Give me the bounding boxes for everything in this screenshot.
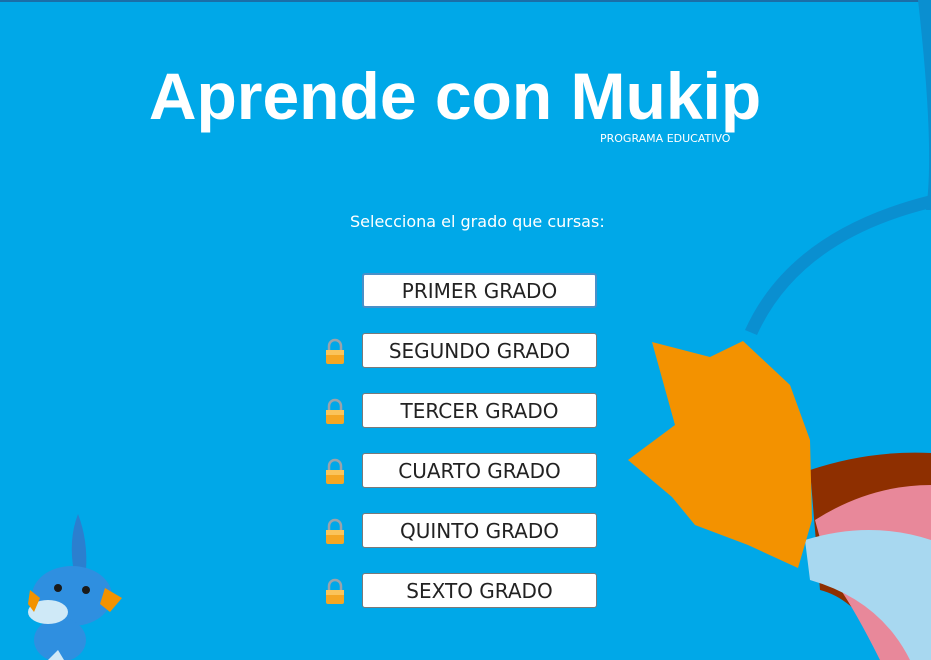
lock-icon	[326, 578, 344, 604]
lock-icon	[326, 338, 344, 364]
lock-icon	[326, 518, 344, 544]
grade-button-tercer[interactable]: TERCER GRADO	[362, 393, 597, 428]
app-subtitle: PROGRAMA EDUCATIVO	[600, 132, 731, 145]
lock-icon	[326, 398, 344, 424]
grade-button-quinto[interactable]: QUINTO GRADO	[362, 513, 597, 548]
grade-button-cuarto[interactable]: CUARTO GRADO	[362, 453, 597, 488]
grade-button-sexto[interactable]: SEXTO GRADO	[362, 573, 597, 608]
grade-prompt: Selecciona el grado que cursas:	[350, 212, 605, 231]
app-title: Aprende con Mukip	[148, 59, 762, 133]
lock-icon	[326, 458, 344, 484]
grade-button-segundo[interactable]: SEGUNDO GRADO	[362, 333, 597, 368]
grade-button-primer[interactable]: PRIMER GRADO	[362, 273, 597, 308]
